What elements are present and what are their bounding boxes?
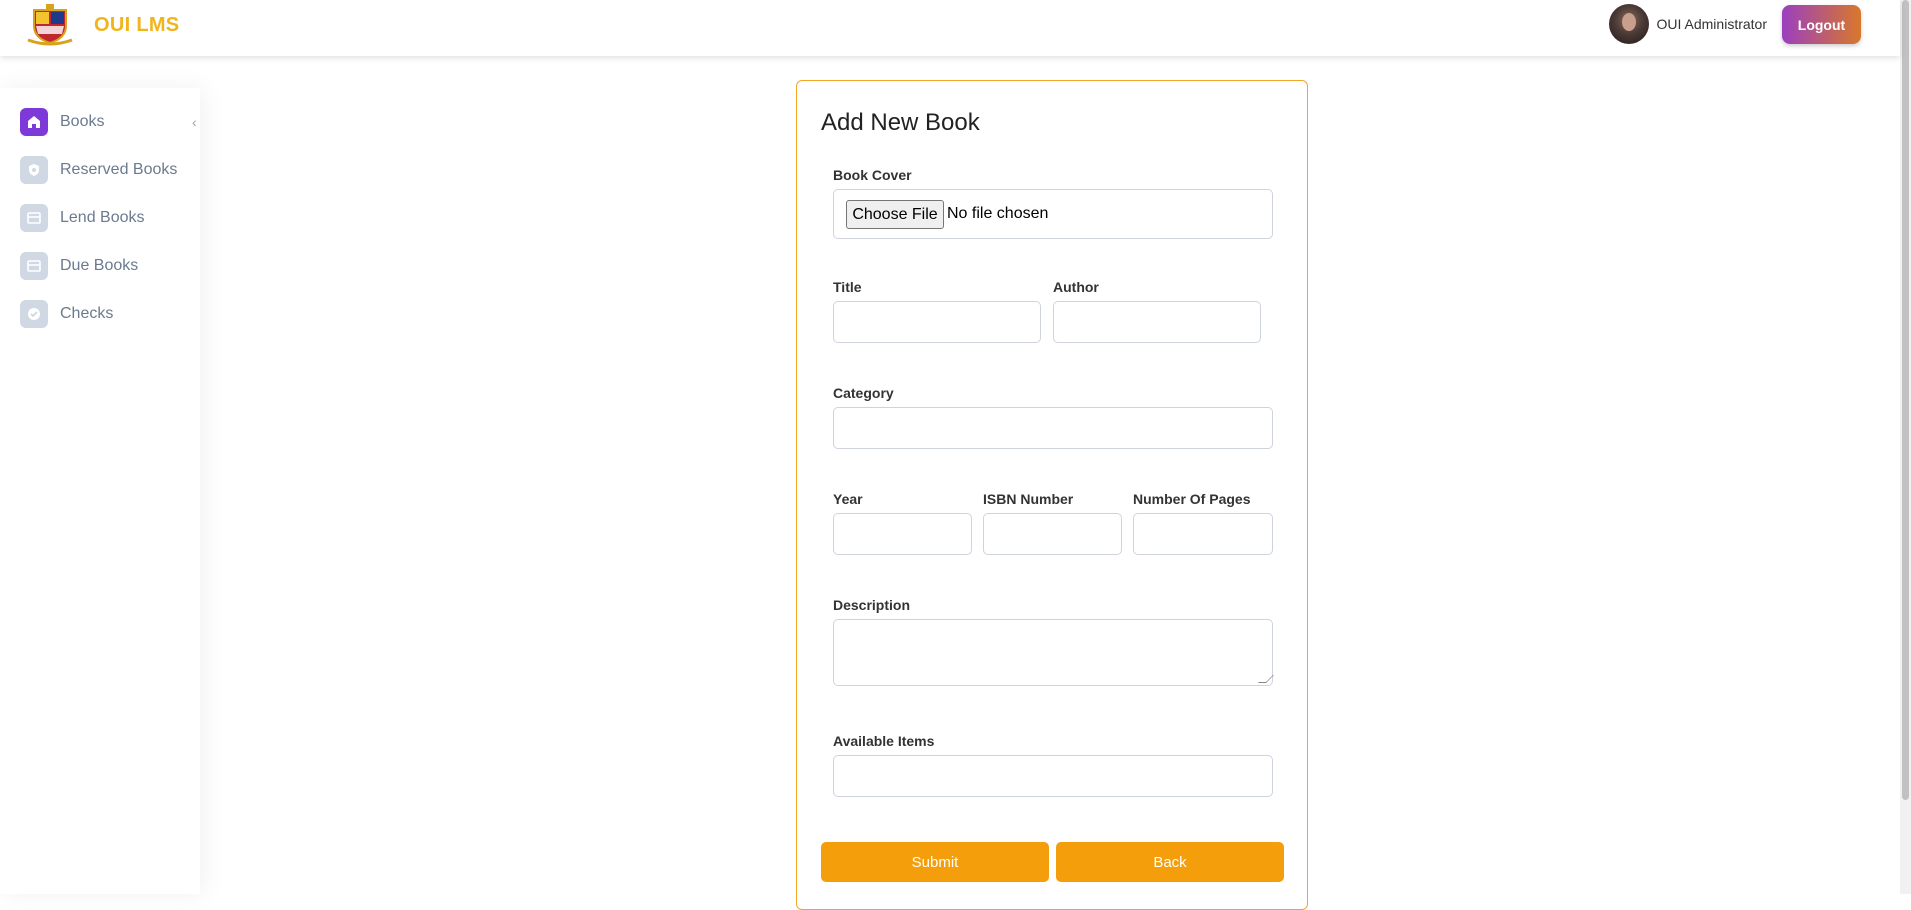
year-input[interactable] — [833, 513, 972, 555]
sidebar-item-books[interactable]: Books — [20, 108, 104, 136]
submit-button[interactable]: Submit — [821, 842, 1049, 882]
home-icon — [20, 108, 48, 136]
category-input[interactable] — [833, 407, 1273, 449]
book-cover-label: Book Cover — [833, 167, 912, 183]
author-label: Author — [1053, 279, 1099, 295]
sidebar-item-label: Reserved Books — [60, 161, 178, 178]
category-label: Category — [833, 385, 894, 401]
available-items-input[interactable] — [833, 755, 1273, 797]
sidebar-item-checks[interactable]: Checks — [20, 300, 113, 328]
form-title: Add New Book — [821, 109, 980, 136]
author-input[interactable] — [1053, 301, 1261, 343]
sidebar: ‹ Books Reserved Books Lend Books Due Bo… — [0, 88, 200, 894]
card-icon — [20, 252, 48, 280]
choose-file-button[interactable]: Choose File — [846, 200, 944, 229]
card-icon — [20, 204, 48, 232]
user-name: OUI Administrator — [1656, 16, 1767, 32]
back-button[interactable]: Back — [1056, 842, 1284, 882]
file-status-text: No file chosen — [947, 205, 1049, 222]
sidebar-item-due-books[interactable]: Due Books — [20, 252, 138, 280]
isbn-label: ISBN Number — [983, 491, 1074, 507]
sidebar-item-label: Due Books — [60, 257, 139, 274]
resize-handle-icon[interactable] — [1258, 675, 1274, 683]
description-label: Description — [833, 597, 911, 613]
pages-input[interactable] — [1133, 513, 1273, 555]
crest-logo[interactable] — [26, 2, 74, 46]
isbn-input[interactable] — [983, 513, 1122, 555]
sidebar-item-label: Books — [60, 113, 105, 130]
sidebar-item-lend-books[interactable]: Lend Books — [20, 204, 145, 232]
sidebar-item-label: Lend Books — [60, 209, 145, 226]
avatar[interactable] — [1608, 4, 1649, 44]
user-profile[interactable]: OUI Administrator — [1608, 4, 1767, 44]
title-input[interactable] — [833, 301, 1041, 343]
scrollbar-thumb[interactable] — [1902, 0, 1909, 800]
title-label: Title — [833, 279, 862, 295]
check-badge-icon — [20, 300, 48, 328]
brand-name[interactable]: OUI LMS — [94, 14, 179, 37]
sidebar-item-reserved-books[interactable]: Reserved Books — [20, 156, 177, 184]
book-cover-file-input[interactable]: Choose File No file chosen — [833, 189, 1273, 239]
shield-icon — [20, 156, 48, 184]
top-navbar: OUI LMS OUI Administrator Logout — [0, 0, 1900, 56]
available-items-label: Available Items — [833, 733, 935, 749]
chevron-left-icon[interactable]: ‹ — [192, 114, 197, 130]
description-textarea[interactable] — [833, 619, 1274, 686]
logout-button[interactable]: Logout — [1782, 5, 1861, 44]
pages-label: Number Of Pages — [1133, 491, 1251, 507]
year-label: Year — [833, 491, 863, 507]
page-scrollbar[interactable] — [1900, 0, 1911, 894]
add-book-form: Add New Book Book Cover Choose File No f… — [796, 80, 1308, 910]
sidebar-item-label: Checks — [60, 305, 114, 322]
